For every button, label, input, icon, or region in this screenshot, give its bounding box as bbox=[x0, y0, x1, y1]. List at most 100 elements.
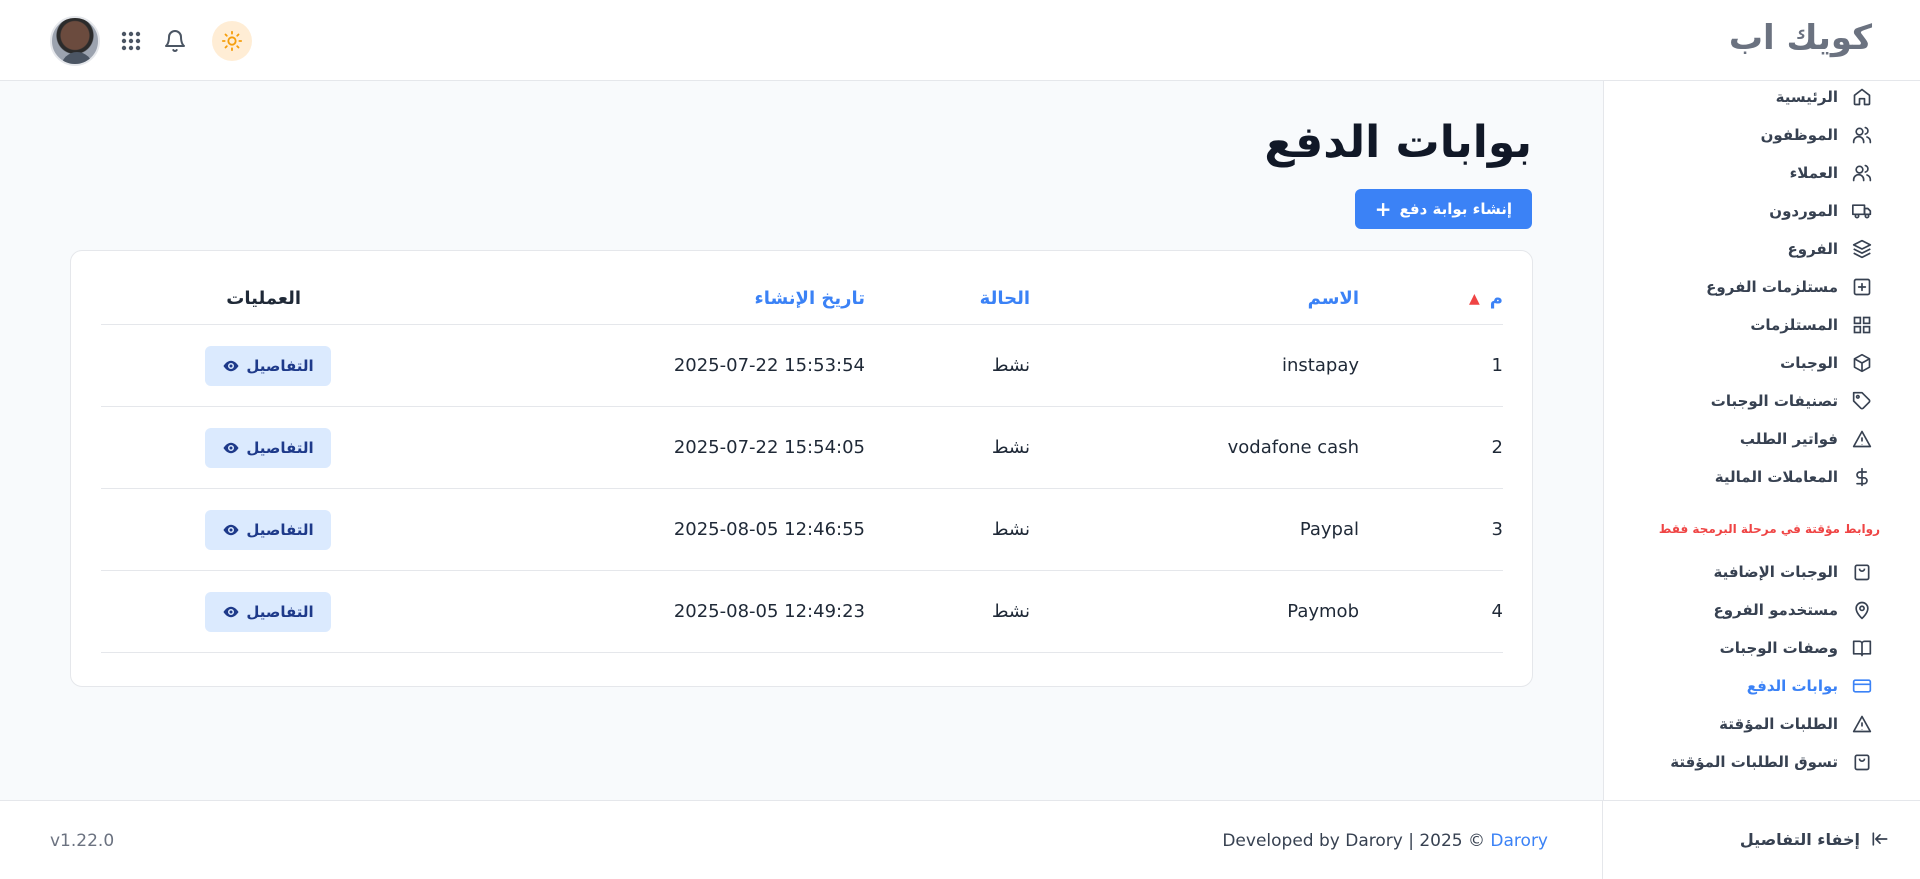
sidebar-item-customers[interactable]: العملاء bbox=[1790, 159, 1872, 187]
column-header-created[interactable]: تاريخ الإنشاء bbox=[755, 273, 866, 324]
sidebar-item-label: تسوق الطلبات المؤقتة bbox=[1670, 753, 1838, 771]
column-header-name[interactable]: الاسم bbox=[1308, 273, 1359, 324]
footer-divider bbox=[1602, 801, 1603, 879]
row-index: 3 bbox=[1491, 519, 1503, 540]
shopping-bag-icon bbox=[1854, 754, 1870, 771]
truck-icon bbox=[1852, 204, 1872, 219]
sidebar-item-meal-recipes[interactable]: وصفات الوجبات bbox=[1720, 634, 1872, 662]
dollar-icon bbox=[1856, 467, 1868, 487]
eye-icon bbox=[223, 606, 239, 617]
sidebar-item-suppliers[interactable]: الموردون bbox=[1769, 197, 1872, 225]
sidebar-item-label: الفروع bbox=[1787, 240, 1838, 258]
sidebar-item-label: المستلزمات bbox=[1750, 316, 1838, 334]
top-header: كويك اب bbox=[0, 0, 1920, 81]
details-label: التفاصيل bbox=[246, 356, 314, 375]
row-name: vodafone cash bbox=[1227, 437, 1359, 458]
sidebar-item-supplies[interactable]: المستلزمات bbox=[1750, 311, 1872, 339]
sidebar-item-branches[interactable]: الفروع bbox=[1788, 235, 1872, 263]
users-icon bbox=[1852, 164, 1872, 182]
sidebar-item-financial-transactions[interactable]: المعاملات المالية bbox=[1715, 463, 1872, 491]
sidebar-item-label: العملاء bbox=[1789, 164, 1838, 182]
sidebar-item-employees[interactable]: الموظفون bbox=[1761, 121, 1872, 149]
row-index: 1 bbox=[1491, 355, 1503, 376]
details-button[interactable]: التفاصيل bbox=[205, 345, 331, 386]
row-ops: التفاصيل bbox=[205, 325, 331, 406]
brand-logo[interactable]: كويك اب bbox=[1729, 18, 1872, 58]
plus-square-icon bbox=[1853, 278, 1871, 296]
collapse-arrow-icon bbox=[1872, 832, 1888, 846]
create-button-label: إنشاء بوابة دفع bbox=[1399, 200, 1512, 218]
column-header-status[interactable]: الحالة bbox=[980, 273, 1030, 324]
row-name: Paypal bbox=[1299, 519, 1359, 540]
sidebar-item-label: الطلبات المؤقتة bbox=[1719, 715, 1838, 733]
create-payment-gateway-button[interactable]: إنشاء بوابة دفع + bbox=[1354, 189, 1532, 229]
column-header-ops: العمليات bbox=[226, 288, 301, 309]
box-icon bbox=[1853, 353, 1871, 373]
tag-icon bbox=[1852, 391, 1871, 410]
sidebar-item-meal-categories[interactable]: تصنيفات الوجبات bbox=[1711, 387, 1872, 415]
alert-triangle-icon bbox=[1852, 715, 1872, 733]
sidebar-item-temp-orders[interactable]: الطلبات المؤقتة bbox=[1719, 710, 1872, 738]
details-label: التفاصيل bbox=[246, 602, 314, 621]
sidebar-item-payment-gateways[interactable]: بوابات الدفع bbox=[1747, 672, 1872, 700]
temp-links-note: روابط مؤقتة في مرحلة البرمجة فقط bbox=[1658, 522, 1880, 536]
grid-icon bbox=[1853, 316, 1871, 334]
book-open-icon bbox=[1852, 640, 1872, 657]
footer: v1.22.0 Developed by Darory | 2025 © Dar… bbox=[0, 800, 1920, 879]
table-row: 1 instapay نشط 2025-07-22 15:53:54 التفا… bbox=[101, 325, 1503, 407]
footer-credit: Developed by Darory | 2025 © Darory bbox=[1222, 831, 1548, 851]
apps-grid-icon[interactable] bbox=[116, 26, 146, 56]
table-row: 2 vodafone cash نشط 2025-07-22 15:54:05 … bbox=[101, 407, 1503, 489]
row-ops: التفاصيل bbox=[205, 407, 331, 488]
row-ops: التفاصيل bbox=[205, 489, 331, 570]
main-content: بوابات الدفع إنشاء بوابة دفع + م ▲ الاسم… bbox=[0, 81, 1603, 800]
row-status: نشط bbox=[991, 355, 1030, 376]
sidebar-item-branch-users[interactable]: مستخدمو الفروع bbox=[1713, 596, 1872, 624]
sidebar-item-label: الوجبات الإضافية bbox=[1713, 563, 1838, 581]
row-status: نشط bbox=[991, 519, 1030, 540]
sidebar-item-temp-orders-shopping[interactable]: تسوق الطلبات المؤقتة bbox=[1670, 748, 1872, 776]
gateways-table-card: م ▲ الاسم الحالة تاريخ الإنشاء العمليات … bbox=[70, 250, 1533, 687]
details-button[interactable]: التفاصيل bbox=[205, 509, 331, 550]
sidebar-item-label: المعاملات المالية bbox=[1714, 468, 1838, 486]
eye-icon bbox=[223, 524, 239, 535]
sidebar-item-label: فواتير الطلب bbox=[1739, 430, 1838, 448]
row-name: Paymob bbox=[1287, 601, 1359, 622]
page-title: بوابات الدفع bbox=[1264, 117, 1532, 168]
row-index: 2 bbox=[1491, 437, 1503, 458]
sidebar-item-branch-supplies[interactable]: مستلزمات الفروع bbox=[1706, 273, 1872, 301]
details-button[interactable]: التفاصيل bbox=[205, 591, 331, 632]
sidebar-item-label: الوجبات bbox=[1780, 354, 1838, 372]
row-name: instapay bbox=[1282, 355, 1359, 376]
sidebar-item-label: بوابات الدفع bbox=[1746, 677, 1838, 695]
table-header: م ▲ الاسم الحالة تاريخ الإنشاء العمليات bbox=[101, 273, 1503, 325]
row-status: نشط bbox=[991, 437, 1030, 458]
sidebar-item-label: مستلزمات الفروع bbox=[1706, 278, 1838, 296]
theme-toggle-sun-icon[interactable] bbox=[212, 21, 252, 61]
sidebar-item-home[interactable]: الرئيسية bbox=[1776, 83, 1872, 111]
avatar[interactable] bbox=[50, 16, 100, 66]
sidebar-item-order-invoices[interactable]: فواتير الطلب bbox=[1740, 425, 1872, 453]
header-tools bbox=[50, 16, 252, 66]
home-icon bbox=[1853, 88, 1871, 106]
table-row: 3 Paypal نشط 2025-08-05 12:46:55 التفاصي… bbox=[101, 489, 1503, 571]
sidebar-item-meals[interactable]: الوجبات bbox=[1780, 349, 1872, 377]
row-created: 2025-07-22 15:53:54 bbox=[673, 355, 865, 376]
app: كويك اب الرئيسية الموظفون العملاء المورد… bbox=[0, 0, 1920, 879]
layers-icon bbox=[1852, 239, 1872, 259]
details-button[interactable]: التفاصيل bbox=[205, 427, 331, 468]
app-version: v1.22.0 bbox=[50, 831, 115, 851]
darory-link[interactable]: Darory bbox=[1490, 831, 1548, 851]
bell-icon[interactable] bbox=[160, 26, 190, 56]
eye-icon bbox=[223, 442, 239, 453]
collapse-sidebar-button[interactable]: إخفاء التفاصيل bbox=[1740, 829, 1890, 849]
column-header-index[interactable]: م ▲ bbox=[1469, 273, 1503, 324]
row-created: 2025-07-22 15:54:05 bbox=[673, 437, 865, 458]
gateways-table: م ▲ الاسم الحالة تاريخ الإنشاء العمليات … bbox=[101, 273, 1503, 653]
sidebar-item-label: مستخدمو الفروع bbox=[1713, 601, 1838, 619]
sidebar-item-extra-meals[interactable]: الوجبات الإضافية bbox=[1713, 558, 1872, 586]
sidebar-item-label: الموردون bbox=[1769, 202, 1838, 220]
sidebar-item-label: تصنيفات الوجبات bbox=[1710, 392, 1838, 410]
map-pin-icon bbox=[1855, 601, 1869, 620]
credit-card-icon bbox=[1852, 679, 1872, 693]
